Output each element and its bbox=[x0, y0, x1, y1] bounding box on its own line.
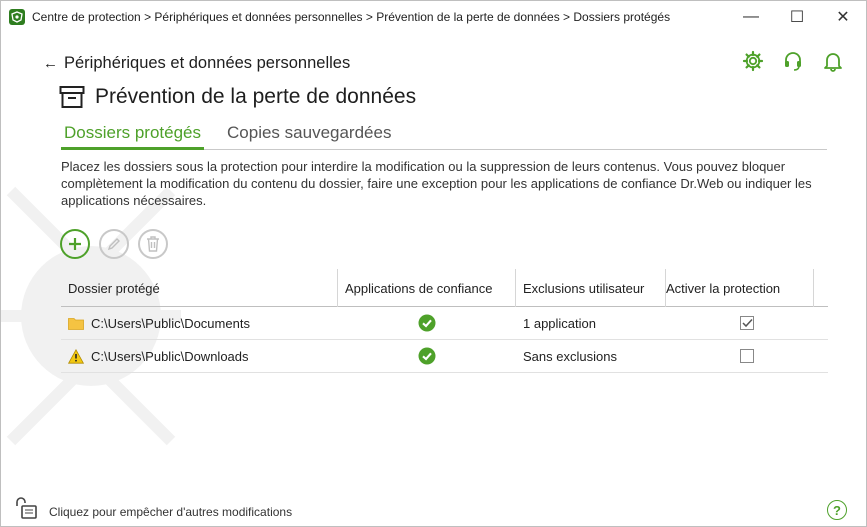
close-button[interactable]: ✕ bbox=[820, 1, 866, 33]
folder-path: C:\Users\Public\Documents bbox=[91, 315, 250, 331]
pencil-icon bbox=[107, 238, 120, 251]
protection-cell bbox=[666, 307, 828, 340]
table-toolbar bbox=[60, 229, 168, 259]
trash-icon bbox=[147, 236, 159, 252]
header-actions bbox=[740, 48, 846, 74]
maximize-icon: ☐ bbox=[789, 9, 805, 26]
tab-bar: Dossiers protégés Copies sauvegardées bbox=[61, 121, 827, 150]
help-question-icon[interactable]: ? bbox=[827, 500, 847, 520]
table-row[interactable]: C:\Users\Public\Downloads Sans exclusion… bbox=[61, 340, 828, 373]
protected-folders-table: Dossier protégé Applications de confianc… bbox=[61, 269, 828, 373]
folder-cell: C:\Users\Public\Documents bbox=[61, 307, 337, 340]
column-header-enable-protection[interactable]: Activer la protection bbox=[666, 269, 814, 307]
column-header-trusted-apps[interactable]: Applications de confiance bbox=[338, 269, 516, 307]
exclusions-cell: Sans exclusions bbox=[523, 348, 617, 364]
table-header: Dossier protégé Applications de confianc… bbox=[61, 269, 828, 307]
support-headset-icon[interactable] bbox=[780, 48, 806, 74]
minimize-button[interactable]: — bbox=[728, 1, 774, 33]
tab-backup-copies[interactable]: Copies sauvegardées bbox=[224, 121, 394, 150]
trusted-apps-cell bbox=[337, 307, 516, 340]
tab-protected-folders[interactable]: Dossiers protégés bbox=[61, 121, 205, 150]
table-row[interactable]: C:\Users\Public\Documents 1 application bbox=[61, 307, 828, 340]
back-link-label: Périphériques et données personnelles bbox=[64, 54, 351, 72]
protection-checkbox[interactable] bbox=[740, 349, 754, 363]
settings-gear-icon[interactable] bbox=[740, 48, 766, 74]
check-circle-icon bbox=[418, 314, 435, 332]
back-arrow-icon: ← bbox=[43, 55, 58, 72]
section-description: Placez les dossiers sous la protection p… bbox=[61, 159, 812, 208]
column-header-exclusions[interactable]: Exclusions utilisateur bbox=[516, 269, 666, 307]
protection-checkbox[interactable] bbox=[740, 316, 754, 330]
drweb-logo-icon bbox=[9, 9, 25, 25]
folder-path: C:\Users\Public\Downloads bbox=[91, 348, 249, 364]
minimize-icon: — bbox=[743, 8, 759, 25]
edit-folder-button[interactable] bbox=[99, 229, 129, 259]
protection-cell bbox=[666, 340, 828, 373]
maximize-button[interactable]: ☐ bbox=[774, 1, 820, 33]
archive-box-icon bbox=[59, 86, 85, 108]
back-link[interactable]: ← Périphériques et données personnelles bbox=[43, 54, 350, 73]
notifications-bell-icon[interactable] bbox=[820, 48, 846, 74]
folder-cell: C:\Users\Public\Downloads bbox=[61, 340, 337, 373]
title-bar: Centre de protection > Périphériques et … bbox=[1, 1, 866, 33]
trusted-apps-cell bbox=[337, 340, 516, 373]
page-header: Prévention de la perte de données bbox=[59, 85, 416, 109]
close-icon: ✕ bbox=[836, 9, 850, 26]
folder-icon bbox=[68, 316, 84, 330]
column-header-folder[interactable]: Dossier protégé bbox=[61, 269, 338, 307]
warning-icon bbox=[68, 348, 84, 364]
unlocked-padlock-icon[interactable] bbox=[15, 496, 39, 520]
lock-changes-link[interactable]: Cliquez pour empêcher d'autres modificat… bbox=[49, 505, 292, 519]
exclusions-cell: 1 application bbox=[523, 315, 596, 331]
plus-icon bbox=[69, 238, 81, 250]
add-folder-button[interactable] bbox=[60, 229, 90, 259]
check-circle-icon bbox=[418, 347, 435, 365]
delete-folder-button[interactable] bbox=[138, 229, 168, 259]
checkmark-icon bbox=[741, 318, 753, 328]
page-title: Prévention de la perte de données bbox=[95, 85, 417, 108]
window-title: Centre de protection > Périphériques et … bbox=[32, 10, 671, 24]
